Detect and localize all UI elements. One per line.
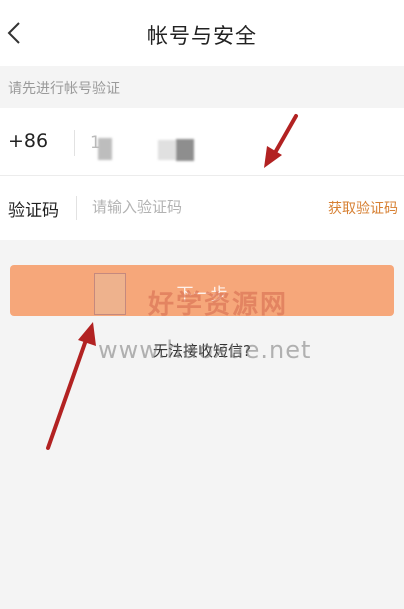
red-arrow-annotation <box>46 114 298 450</box>
